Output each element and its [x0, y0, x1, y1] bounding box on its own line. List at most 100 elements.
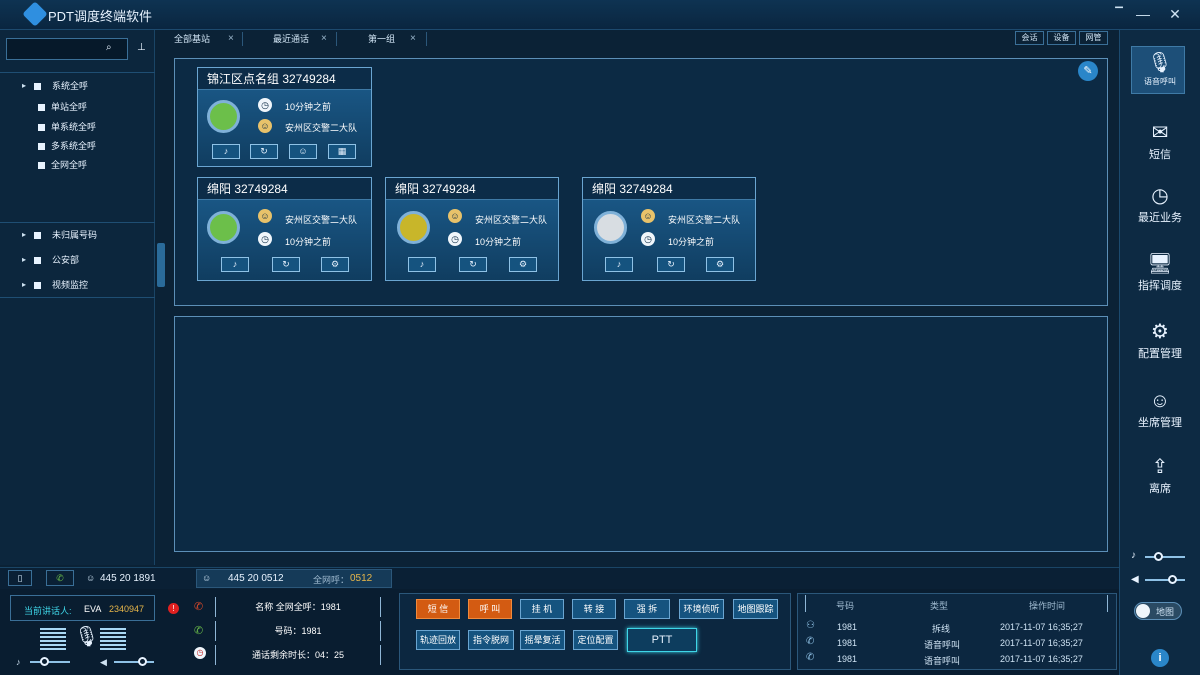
session-button[interactable]: 会话: [1015, 31, 1044, 45]
mic-button[interactable]: ♪: [605, 257, 633, 272]
tab-group-one[interactable]: 第一组: [368, 30, 395, 48]
mail-icon: ✉: [1151, 122, 1169, 144]
slider-thumb[interactable]: [1154, 552, 1163, 561]
close-tab-icon[interactable]: ×: [228, 30, 234, 48]
status-number: 445 20 1891: [100, 573, 156, 584]
nav-config[interactable]: ⚙ 配置管理: [1125, 319, 1195, 361]
command-offline-button[interactable]: 指令脱网: [468, 630, 514, 650]
phone-status-icon[interactable]: ▯: [8, 570, 32, 586]
hangup-button[interactable]: 挂 机: [520, 599, 564, 619]
incoming-call-icon: ✆: [194, 625, 204, 637]
close-tab-icon[interactable]: ×: [321, 30, 327, 48]
allnet-label: 全网呼：: [313, 575, 350, 585]
group-card[interactable]: 绵阳 32749284 ☺ 安州区交警二大队 ◷ 10分钟之前 ♪ ↻ ⚙: [582, 177, 756, 281]
group-card[interactable]: 绵阳 32749284 ☺ 安州区交警二大队 ◷ 10分钟之前 ♪ ↻ ⚙: [385, 177, 559, 281]
tree-child[interactable]: 全网全呼: [0, 155, 155, 175]
pin-icon[interactable]: ⊥: [137, 42, 146, 53]
nav-sms[interactable]: ✉ 短信: [1125, 120, 1195, 162]
sms-button[interactable]: 短 信: [416, 599, 460, 619]
tab-separator: [242, 32, 243, 46]
group-card[interactable]: 绵阳 32749284 ☺ 安州区交警二大队 ◷ 10分钟之前 ♪ ↻ ⚙: [197, 177, 372, 281]
log-type: 语音呼叫: [924, 656, 961, 666]
missed-call-icon: ✆: [194, 601, 204, 613]
mic-volume-icon: ♪: [1131, 550, 1136, 561]
tree-group[interactable]: ▸ 视频监控: [0, 275, 155, 295]
location-config-button[interactable]: 定位配置: [573, 630, 618, 650]
log-type: 语音呼叫: [924, 640, 961, 650]
speaker-volume-slider[interactable]: [1145, 579, 1185, 581]
info-icon[interactable]: i: [1151, 649, 1169, 667]
nav-leave[interactable]: ⇪ 离席: [1125, 454, 1195, 496]
user-icon: ☺: [258, 209, 272, 223]
log-number: 1981: [837, 654, 858, 664]
refresh-button[interactable]: ↻: [250, 144, 278, 159]
tab-recent-calls[interactable]: 最近通话: [273, 30, 309, 48]
speaker-slider[interactable]: [114, 661, 154, 663]
current-call-number: 445 20 0512: [228, 573, 284, 584]
app-title: PDT调度终端软件: [48, 9, 153, 24]
mic-slider[interactable]: [30, 661, 70, 663]
mic-button[interactable]: ♪: [408, 257, 436, 272]
tree-group[interactable]: ▸ 未归属号码: [0, 225, 155, 245]
nav-seat[interactable]: ☺ 坐席管理: [1125, 388, 1195, 430]
log-number: 1981: [837, 622, 858, 632]
mic-button[interactable]: ♪: [221, 257, 249, 272]
tree-group[interactable]: ▸ 公安部: [0, 250, 155, 270]
slider-thumb[interactable]: [138, 657, 147, 666]
force-release-button[interactable]: 强 拆: [624, 599, 670, 619]
map-track-button[interactable]: 地图跟踪: [733, 599, 778, 619]
mic-button[interactable]: ♪: [212, 144, 240, 159]
refresh-button[interactable]: ↻: [657, 257, 685, 272]
card-title: 绵阳 32749284: [583, 178, 755, 200]
track-playback-button[interactable]: 轨迹回放: [416, 630, 460, 650]
settings-button[interactable]: ⚙: [706, 257, 734, 272]
group-card[interactable]: 锦江区点名组 32749284 ◷ 10分钟之前 ☺ 安州区交警二大队 ♪ ↻ …: [197, 67, 372, 167]
tree-child[interactable]: 单站全呼: [0, 97, 155, 117]
add-user-button[interactable]: ☺: [289, 144, 317, 159]
edit-icon[interactable]: ✎: [1078, 61, 1098, 81]
settings-button[interactable]: ⚙: [509, 257, 537, 272]
network-button[interactable]: 网管: [1079, 31, 1108, 45]
tab-separator: [426, 32, 427, 46]
mic-volume-slider[interactable]: [1145, 556, 1185, 558]
collapse-handle[interactable]: [157, 243, 165, 287]
divider: [0, 222, 155, 223]
tab-all-stations[interactable]: 全部基站: [174, 30, 210, 48]
call-button[interactable]: 呼 叫: [468, 599, 512, 619]
minimize-button[interactable]: —: [1132, 4, 1154, 24]
speaker-id: 2340947: [109, 604, 145, 614]
group-call-icon: ⚇: [806, 620, 815, 631]
ptt-button[interactable]: PTT: [627, 628, 697, 652]
close-button[interactable]: ✕: [1164, 4, 1186, 24]
volume-bars-icon: [40, 628, 66, 650]
nav-dispatch[interactable]: 🖥 指挥调度: [1125, 251, 1195, 293]
title-bar: [0, 0, 1200, 30]
tree-child[interactable]: 单系统全呼: [0, 117, 155, 137]
mic-icon: 🎙: [1147, 52, 1173, 74]
mic-small-icon: ♪: [16, 657, 21, 667]
ambient-listen-button[interactable]: 环境侦听: [679, 599, 724, 619]
nav-voice-call[interactable]: 🎙 语音呼叫: [1125, 50, 1195, 87]
close-tab-icon[interactable]: ×: [410, 30, 416, 48]
refresh-button[interactable]: ↻: [459, 257, 487, 272]
nav-recent[interactable]: ◷ 最近业务: [1125, 183, 1195, 225]
search-icon[interactable]: ⌕: [106, 42, 112, 53]
clock-icon: ◷: [641, 232, 655, 246]
call-status-icon[interactable]: ✆: [46, 570, 74, 586]
status-light-icon: [207, 100, 240, 133]
restore-icon[interactable]: ▔: [1108, 4, 1130, 24]
device-button[interactable]: 设备: [1047, 31, 1076, 45]
tree-item-root[interactable]: ▸ 系统全呼: [0, 76, 155, 96]
card-title: 锦江区点名组 32749284: [198, 68, 371, 90]
call-remaining: 通话剩余时长：04：25: [215, 645, 381, 665]
tree-child[interactable]: 多系统全呼: [0, 136, 155, 156]
card-title: 绵阳 32749284: [386, 178, 558, 200]
slider-thumb[interactable]: [1168, 575, 1177, 584]
stun-revive-button[interactable]: 摇晕复活: [520, 630, 565, 650]
settings-button[interactable]: ⚙: [321, 257, 349, 272]
qr-button[interactable]: ▦: [328, 144, 356, 159]
volume-bars-icon: [100, 628, 126, 650]
transfer-button[interactable]: 转 接: [572, 599, 616, 619]
refresh-button[interactable]: ↻: [272, 257, 300, 272]
slider-thumb[interactable]: [40, 657, 49, 666]
